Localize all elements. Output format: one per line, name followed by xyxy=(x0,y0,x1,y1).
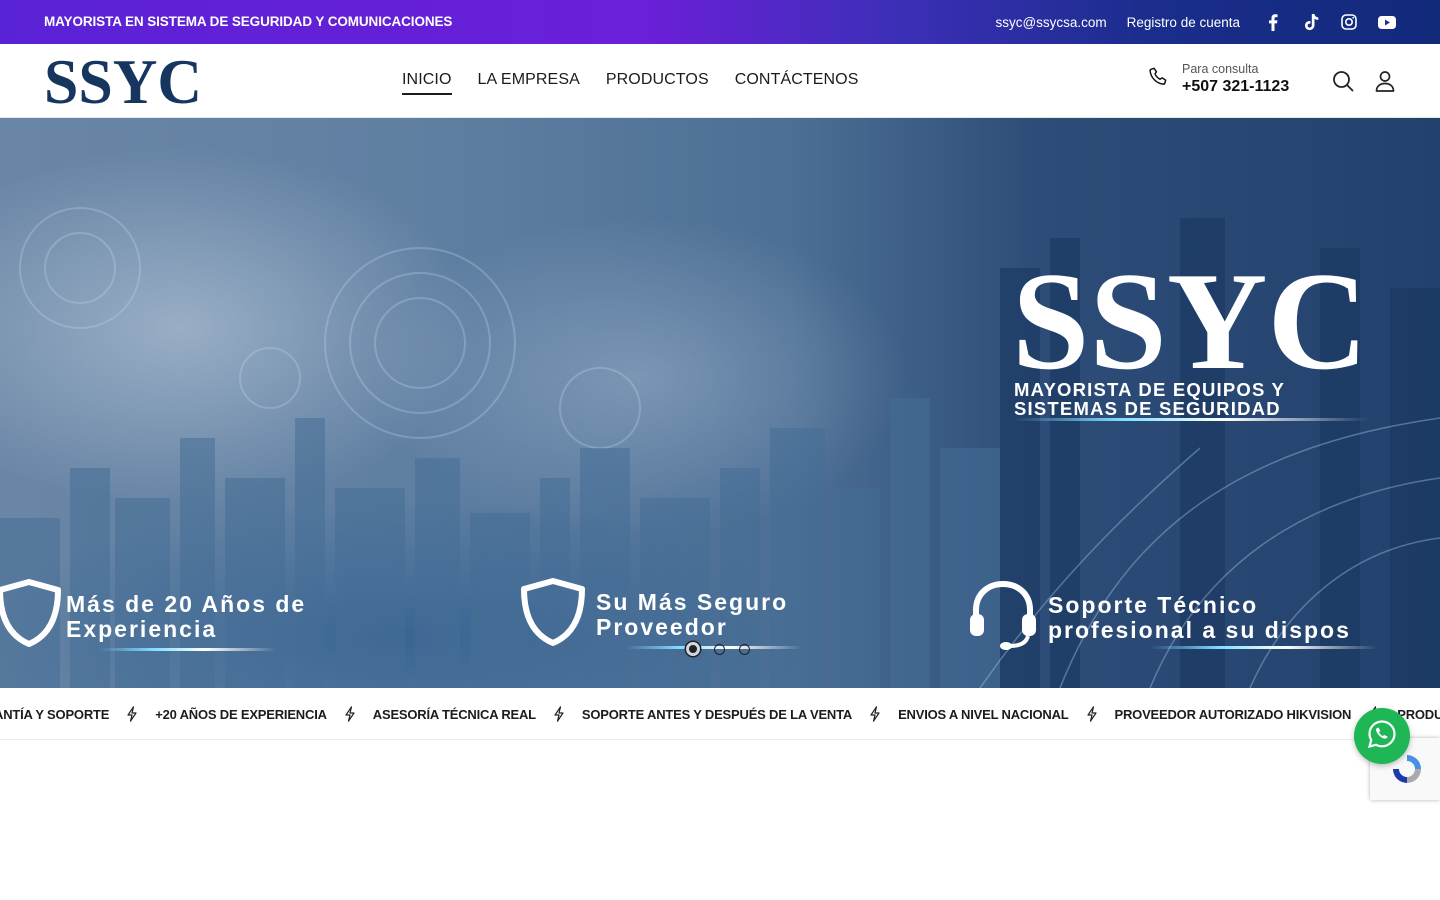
social-links xyxy=(1264,13,1396,31)
phone-icon xyxy=(1148,66,1170,93)
hero-brand-text: SSYC xyxy=(1012,258,1368,370)
slider-dot-3[interactable] xyxy=(739,643,750,655)
feature-supplier-line-2: Proveedor xyxy=(596,614,728,640)
hero-slider[interactable]: SSYC MAYORISTA DE EQUIPOS Y SISTEMAS DE … xyxy=(0,118,1440,688)
feature-supplier-line-1: Su Más Seguro xyxy=(596,589,789,615)
instagram-icon[interactable] xyxy=(1340,13,1358,31)
nav-item-inicio[interactable]: INICIO xyxy=(402,71,452,95)
slider-dots xyxy=(686,642,750,656)
hero-brand-logo: SSYC xyxy=(1012,258,1368,370)
shield-icon xyxy=(520,577,586,652)
top-bar-links: ssyc@ssycsa.com Registro de cuenta xyxy=(995,0,1396,44)
logo-text: SSYC xyxy=(44,55,202,107)
facebook-icon[interactable] xyxy=(1264,13,1282,31)
search-icon[interactable] xyxy=(1332,70,1354,97)
hero-brand-subtitle-line-2: SISTEMAS DE SEGURIDAD xyxy=(1014,398,1281,419)
top-bar-tagline: MAYORISTA EN SISTEMA DE SEGURIDAD Y COMU… xyxy=(44,14,453,29)
benefit-item: ASESORÍA TÉCNICA REAL xyxy=(372,706,536,722)
bolt-icon xyxy=(554,706,564,722)
nav-item-contactenos[interactable]: CONTÁCTENOS xyxy=(735,71,859,95)
benefit-item: ANTÍA Y SOPORTE xyxy=(0,706,110,722)
top-bar: MAYORISTA EN SISTEMA DE SEGURIDAD Y COMU… xyxy=(0,0,1440,44)
register-link[interactable]: Registro de cuenta xyxy=(1127,15,1240,30)
feature-experience-underline xyxy=(100,648,276,651)
feature-support: Soporte Técnico profesional a su dispos xyxy=(1048,593,1351,643)
hero-brand-subtitle-line-1: MAYORISTA DE EQUIPOS Y xyxy=(1014,379,1286,400)
benefit-item: ENVIOS A NIVEL NACIONAL xyxy=(898,706,1069,722)
nav-item-productos[interactable]: PRODUCTOS xyxy=(606,71,709,95)
email-link[interactable]: ssyc@ssycsa.com xyxy=(995,15,1106,30)
youtube-icon[interactable] xyxy=(1378,13,1396,31)
headset-icon xyxy=(968,578,1038,657)
slider-dot-1[interactable] xyxy=(686,642,700,656)
benefit-item: +20 AÑOS DE EXPERIENCIA xyxy=(155,706,327,722)
whatsapp-button[interactable] xyxy=(1354,708,1410,764)
feature-experience-line-1: Más de 20 Años de xyxy=(66,591,307,617)
shield-icon xyxy=(0,578,62,653)
bolt-icon xyxy=(870,706,880,722)
feature-supplier: Su Más Seguro Proveedor xyxy=(596,590,788,640)
contact-phone[interactable]: +507 321-1123 xyxy=(1182,78,1289,96)
tiktok-icon[interactable] xyxy=(1302,13,1320,31)
bolt-icon xyxy=(345,706,355,722)
bolt-icon xyxy=(1086,706,1097,722)
contact-label: Para consulta xyxy=(1182,62,1259,76)
site-logo[interactable]: SSYC xyxy=(44,55,202,107)
slider-dot-2[interactable] xyxy=(714,643,725,655)
whatsapp-icon xyxy=(1367,719,1397,754)
main-header: SSYC INICIO LA EMPRESA PRODUCTOS CONTÁCT… xyxy=(0,44,1440,118)
feature-support-line-2: profesional a su dispos xyxy=(1048,617,1351,643)
account-icon[interactable] xyxy=(1374,70,1396,97)
bolt-icon xyxy=(127,706,137,722)
hero-brand-underline xyxy=(1014,418,1368,421)
feature-experience-line-2: Experiencia xyxy=(66,616,218,642)
feature-support-line-1: Soporte Técnico xyxy=(1048,592,1259,618)
feature-support-underline xyxy=(1150,646,1378,649)
benefits-marquee: ANTÍA Y SOPORTE +20 AÑOS DE EXPERIENCIA … xyxy=(0,688,1440,740)
benefit-item: PROVEEDOR AUTORIZADO HIKVISION xyxy=(1114,706,1352,722)
benefits-track: ANTÍA Y SOPORTE +20 AÑOS DE EXPERIENCIA … xyxy=(0,706,1440,722)
feature-experience: Más de 20 Años de Experiencia xyxy=(66,592,306,642)
nav-item-la-empresa[interactable]: LA EMPRESA xyxy=(478,71,580,95)
hero-brand-subtitle: MAYORISTA DE EQUIPOS Y SISTEMAS DE SEGUR… xyxy=(1014,380,1285,418)
contact-block[interactable]: Para consulta +507 321-1123 xyxy=(1148,62,1289,96)
benefit-item: SOPORTE ANTES Y DESPUÉS DE LA VENTA xyxy=(581,706,853,722)
main-nav: INICIO LA EMPRESA PRODUCTOS CONTÁCTENOS xyxy=(402,71,859,95)
header-icons xyxy=(1332,70,1396,97)
